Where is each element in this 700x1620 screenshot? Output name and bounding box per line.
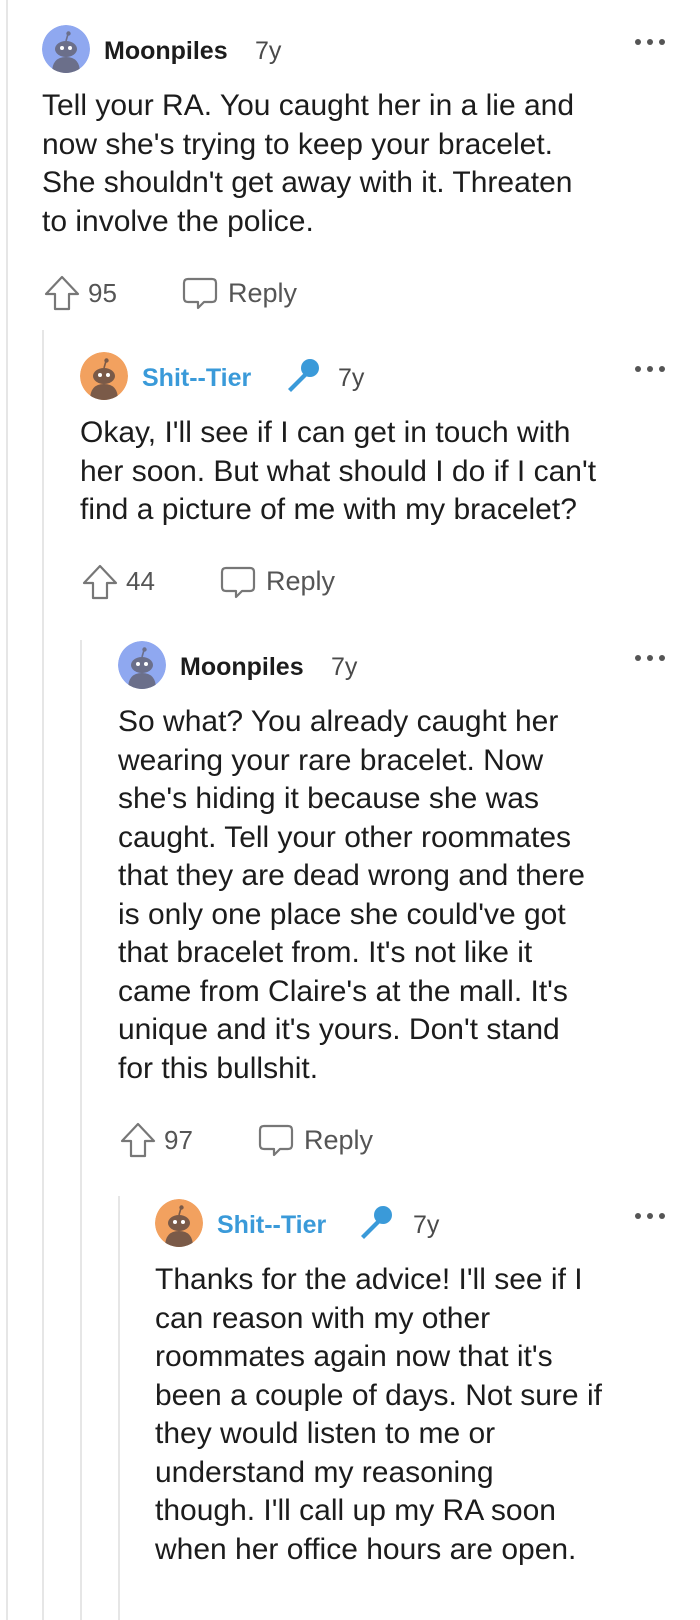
reply-button[interactable]: Reply (218, 562, 335, 602)
comment-age: 7y (331, 653, 358, 681)
snoo-avatar-icon (42, 25, 90, 73)
comment-text-line: So what? You already caught her (118, 705, 559, 738)
more-options-icon[interactable] (632, 362, 668, 376)
username[interactable]: Shit--Tier (217, 1210, 326, 1240)
comment-text-line: understand my reasoning (155, 1455, 494, 1489)
comment-text-line: find a picture of me with my bracelet? (80, 493, 577, 526)
comment-actions: 44 Reply (80, 562, 648, 608)
more-options-icon[interactable] (632, 35, 668, 49)
comment-age: 7y (338, 364, 365, 392)
comment-text-line: Okay, I'll see if I can get in touch wit… (80, 416, 571, 449)
speech-bubble-icon (258, 1124, 294, 1157)
thread-line-level-1 (42, 330, 44, 1620)
comment-text-line: roommates again now that it's (155, 1340, 553, 1373)
comment: Moonpiles 7y Tell your RA. You caught he… (42, 25, 665, 319)
comment-text-line: they would listen to me or (155, 1417, 496, 1450)
user-avatar[interactable] (155, 1199, 203, 1247)
upvote-arrow-icon (120, 1122, 156, 1158)
user-avatar[interactable] (118, 641, 166, 689)
comment-text-line: caught. Tell your other roommates (118, 820, 572, 854)
comment-text-line: now she's trying to keep your bracelet. (42, 127, 553, 161)
comment-text-line: for this bullshit. (118, 1051, 319, 1085)
comment: Moonpiles 7y So what? You already caught… (118, 641, 665, 1166)
reply-label: Reply (304, 1124, 374, 1155)
microphone-icon (288, 359, 319, 392)
reply-label: Reply (228, 277, 298, 308)
comment-actions: 97 Reply (118, 1120, 648, 1166)
comment-header: Moonpiles 7y (118, 641, 665, 689)
vote-count: 95 (88, 277, 117, 308)
comment-text-line: she's hiding it because she was (118, 782, 539, 815)
comment-body: Thanks for the advice! I'll see if I can… (155, 1261, 648, 1569)
comment-text-line: unique and it's yours. Don't stand (118, 1013, 560, 1046)
comment-text-line: her soon. But what should I do if I can'… (80, 454, 597, 488)
comment-text-line: Tell your RA. You caught her in a lie an… (42, 89, 575, 122)
upvote-button[interactable]: 97 (118, 1120, 193, 1160)
comment-text-line: though. I'll call up my RA soon (155, 1494, 556, 1527)
more-options-icon[interactable] (632, 651, 668, 665)
comment-text-line: She shouldn't get away with it. Threaten (42, 166, 573, 199)
comment-header: Shit--Tier 7y (80, 352, 665, 400)
snoo-avatar-icon (155, 1199, 203, 1247)
more-options-icon[interactable] (632, 1209, 668, 1223)
thread-line-level-2 (80, 640, 82, 1620)
username[interactable]: Moonpiles (104, 36, 228, 66)
comment-header: Shit--Tier 7y (155, 1199, 665, 1247)
comment-text-line: came from Claire's at the mall. It's (118, 974, 568, 1008)
microphone-icon (361, 1206, 392, 1239)
comment-body: So what? You already caught her wearing … (118, 703, 648, 1088)
comment-text-line: is only one place she could've got (118, 897, 566, 931)
thread-line-level-0 (6, 0, 8, 1620)
user-avatar[interactable] (80, 352, 128, 400)
upvote-arrow-icon (82, 564, 118, 599)
snoo-avatar-icon (118, 641, 166, 689)
comment-actions: 95 Reply (42, 273, 648, 319)
comment-text-line: that they are dead wrong and there (118, 859, 585, 892)
username[interactable]: Shit--Tier (142, 363, 251, 393)
comment-header: Moonpiles 7y (42, 25, 665, 73)
vote-count: 44 (126, 566, 155, 596)
upvote-button[interactable]: 95 (42, 273, 117, 313)
upvote-button[interactable]: 44 (80, 562, 155, 602)
comment-text-line: Thanks for the advice! I'll see if I (155, 1263, 583, 1296)
comment-body: Tell your RA. You caught her in a lie an… (42, 87, 648, 241)
thread-line-level-3 (118, 1196, 120, 1620)
comment: Shit--Tier 7y Thanks for the advice! I'l… (155, 1199, 665, 1569)
comment-text-line: been a couple of days. Not sure if (155, 1378, 602, 1412)
speech-bubble-icon (220, 566, 256, 598)
comment-body: Okay, I'll see if I can get in touch wit… (80, 414, 648, 530)
username[interactable]: Moonpiles (180, 652, 304, 682)
reply-button[interactable]: Reply (256, 1120, 373, 1160)
comment-text-line: can reason with my other (155, 1301, 491, 1335)
comment: Shit--Tier 7y Okay, I'll see if I can ge… (80, 352, 665, 608)
comment-age: 7y (255, 37, 282, 65)
comment-text-line: that bracelet from. It's not like it (118, 936, 533, 969)
comment-text-line: when her office hours are open. (155, 1532, 577, 1566)
comment-age: 7y (413, 1211, 440, 1239)
reply-button[interactable]: Reply (180, 273, 297, 313)
speech-bubble-icon (182, 277, 218, 310)
reply-label: Reply (266, 566, 336, 596)
comment-text-line: wearing your rare bracelet. Now (118, 743, 544, 777)
user-avatar[interactable] (42, 25, 90, 73)
comment-text-line: to involve the police. (42, 204, 314, 238)
upvote-arrow-icon (44, 275, 80, 311)
snoo-avatar-icon (80, 352, 128, 400)
vote-count: 97 (164, 1124, 193, 1155)
